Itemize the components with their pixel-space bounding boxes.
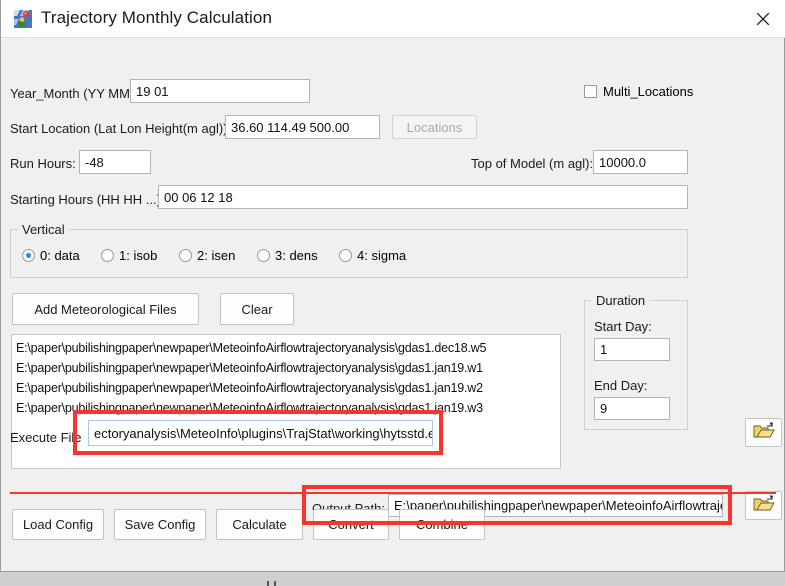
open-folder-icon [753,422,775,443]
desktop-strip [0,572,785,586]
start-location-label: Start Location (Lat Lon Height(m agl)): [10,121,231,137]
radio-indicator [339,249,352,262]
list-item[interactable]: E:\paper\pubilishingpaper\newpaper\Meteo… [16,378,556,398]
run-hours-label: Run Hours: [10,156,76,172]
radio-indicator [257,249,270,262]
title-bar: Trajectory Monthly Calculation [1,0,785,38]
locations-button[interactable]: Locations [392,115,477,139]
year-month-input[interactable]: 19 01 [130,79,310,103]
save-config-button[interactable]: Save Config [114,509,206,540]
vertical-option-4[interactable]: 4: sigma [339,248,406,263]
start-day-input[interactable]: 1 [594,338,670,361]
execute-file-browse-button[interactable] [745,418,782,447]
top-of-model-input[interactable]: 10000.0 [593,150,688,174]
multi-locations-label: Multi_Locations [603,84,693,99]
list-item[interactable]: E:\paper\pubilishingpaper\newpaper\Meteo… [16,398,556,418]
vertical-option-2[interactable]: 2: isen [179,248,235,263]
dialog-window: Trajectory Monthly Calculation Year_Mont… [0,0,785,572]
application-window: Trajectory Monthly Calculation Year_Mont… [0,0,785,586]
map-marker-icon [13,9,33,29]
checkbox-box [584,85,597,98]
execute-file-label: Execute File [10,430,82,446]
duration-group-title: Duration [592,293,649,308]
vertical-option-label: 1: isob [119,248,157,263]
add-meteorological-files-button[interactable]: Add Meteorological Files [12,293,199,325]
radio-indicator [22,249,35,262]
dialog-body: Year_Month (YY MM): 19 01 Multi_Location… [1,38,784,571]
open-folder-icon [753,495,775,516]
vertical-option-1[interactable]: 1: isob [101,248,157,263]
start-location-input[interactable]: 36.60 114.49 500.00 [225,115,380,139]
mouse-cursor-icon [266,578,278,586]
vertical-option-0[interactable]: 0: data [22,248,80,263]
load-config-button[interactable]: Load Config [12,509,104,540]
list-item[interactable]: E:\paper\pubilishingpaper\newpaper\Meteo… [16,358,556,378]
year-month-label: Year_Month (YY MM): [10,86,138,102]
window-title: Trajectory Monthly Calculation [41,8,272,28]
vertical-option-3[interactable]: 3: dens [257,248,318,263]
top-of-model-label: Top of Model (m agl): [471,156,593,172]
list-item[interactable]: E:\paper\pubilishingpaper\newpaper\Meteo… [16,338,556,358]
run-hours-input[interactable]: -48 [79,150,151,174]
end-day-label: End Day: [594,378,647,394]
close-icon[interactable] [740,0,785,38]
convert-button[interactable]: Convert [313,509,389,540]
vertical-group-title: Vertical [18,222,69,237]
execute-file-input[interactable]: ectoryanalysis\MeteoInfo\plugins\TrajSta… [88,420,433,446]
vertical-option-label: 3: dens [275,248,318,263]
end-day-input[interactable]: 9 [594,397,670,420]
vertical-option-label: 2: isen [197,248,235,263]
meteorological-files-list[interactable]: E:\paper\pubilishingpaper\newpaper\Meteo… [11,334,561,469]
radio-indicator [101,249,114,262]
output-path-browse-button[interactable] [745,491,782,520]
clear-button[interactable]: Clear [220,293,294,325]
starting-hours-label: Starting Hours (HH HH ...): [10,192,165,208]
vertical-option-label: 0: data [40,248,80,263]
start-day-label: Start Day: [594,319,652,335]
multi-locations-checkbox[interactable]: Multi_Locations [584,84,693,99]
radio-indicator [179,249,192,262]
starting-hours-input[interactable]: 00 06 12 18 [158,185,688,209]
vertical-option-label: 4: sigma [357,248,406,263]
calculate-button[interactable]: Calculate [216,509,303,540]
combine-button[interactable]: Combine [399,509,485,540]
